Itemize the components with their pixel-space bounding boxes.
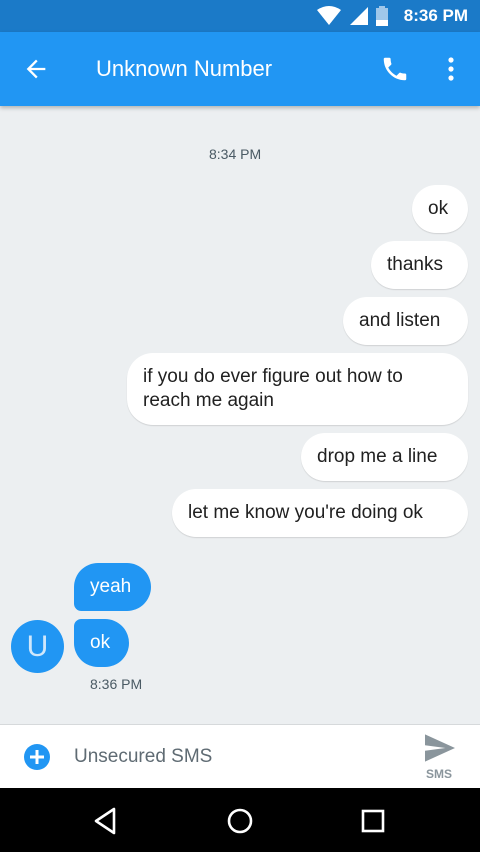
arrow-left-icon[interactable]	[22, 55, 50, 83]
outgoing-message[interactable]: and listen	[343, 297, 468, 345]
message-input[interactable]: Unsecured SMS	[74, 739, 394, 775]
status-bar: 8:36 PM	[0, 0, 480, 32]
message-timestamp: 8:34 PM	[209, 146, 262, 162]
add-attachment-icon[interactable]	[23, 743, 51, 771]
app-bar: Unknown Number	[0, 32, 480, 106]
system-nav-bar	[0, 788, 480, 852]
home-circle-icon[interactable]	[223, 804, 257, 838]
signal-icon	[349, 7, 368, 25]
incoming-message[interactable]: yeah	[74, 563, 151, 611]
conversation-title: Unknown Number	[96, 56, 273, 81]
phone-icon[interactable]	[380, 54, 410, 84]
recents-square-icon[interactable]	[356, 804, 390, 838]
more-vert-icon[interactable]	[440, 54, 462, 84]
send-type-label: SMS	[425, 767, 452, 781]
incoming-message[interactable]: ok	[74, 619, 129, 667]
send-icon[interactable]	[423, 733, 457, 763]
conversation-view[interactable]: 8:34 PM ok thanks and listen if you do e…	[0, 106, 480, 724]
outgoing-message[interactable]: let me know you're doing ok	[172, 489, 468, 537]
wifi-icon	[316, 6, 341, 25]
back-triangle-icon[interactable]	[89, 804, 123, 838]
compose-bar: Unsecured SMS SMS	[0, 724, 480, 788]
battery-icon	[375, 6, 388, 26]
status-clock: 8:36 PM	[403, 6, 468, 25]
contact-avatar[interactable]: U	[11, 620, 64, 673]
message-timestamp: 8:36 PM	[90, 676, 143, 692]
outgoing-message[interactable]: if you do ever figure out how to reach m…	[127, 353, 468, 425]
outgoing-message[interactable]: drop me a line	[301, 433, 468, 481]
outgoing-message[interactable]: ok	[412, 185, 468, 233]
outgoing-message[interactable]: thanks	[371, 241, 468, 289]
